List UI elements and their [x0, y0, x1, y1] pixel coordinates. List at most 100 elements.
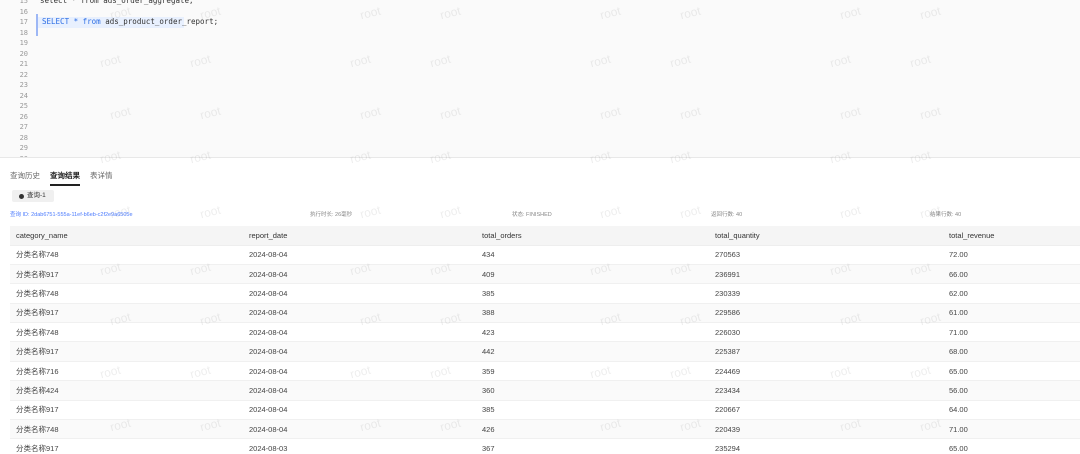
table-cell: 分类名称917: [10, 303, 243, 324]
table-row[interactable]: 分类名称917 2024-08-04 442 225387 68.00: [10, 341, 1080, 362]
table-cell: 2024-08-04: [243, 322, 476, 343]
table-cell: 360: [476, 380, 709, 401]
code-line[interactable]: [36, 28, 1080, 39]
code-line[interactable]: [36, 112, 1080, 123]
table-cell: 64.00: [943, 400, 1080, 421]
line-number: 30: [0, 154, 32, 158]
result-rows: 结果行数: 40: [930, 212, 962, 218]
code-line[interactable]: [36, 91, 1080, 102]
table-row[interactable]: 分类名称917 2024-08-03 367 235294 65.00: [10, 438, 1080, 454]
query-status-icon: [19, 193, 24, 199]
table-cell: 270563: [709, 245, 943, 265]
table-row[interactable]: 分类名称917 2024-08-04 388 229586 61.00: [10, 303, 1080, 324]
table-cell: 61.00: [943, 303, 1080, 324]
table-cell: 分类名称748: [10, 245, 243, 265]
table-row[interactable]: 分类名称748 2024-08-04 423 226030 71.00: [10, 322, 1080, 343]
active-line-marker: [36, 14, 38, 36]
table-cell: 分类名称748: [10, 419, 243, 440]
table-cell: 385: [476, 283, 709, 304]
code-line[interactable]: [36, 59, 1080, 70]
table-cell: 68.00: [943, 341, 1080, 362]
table-cell: 385: [476, 400, 709, 421]
code-line[interactable]: [36, 70, 1080, 81]
column-header[interactable]: total_quantity: [709, 226, 943, 246]
table-cell: 2024-08-04: [243, 245, 476, 265]
line-number: 24: [19, 91, 28, 100]
query-tab-chip[interactable]: 查询-1: [12, 190, 54, 202]
table-cell: 2024-08-04: [243, 341, 476, 362]
code-line[interactable]: SELECT * from ads_product_order_report;: [36, 17, 218, 28]
table-cell: 56.00: [943, 380, 1080, 401]
line-number: 19: [19, 39, 28, 47]
line-number: 22: [19, 70, 28, 79]
table-cell: 72.00: [943, 245, 1080, 265]
table-cell: 2024-08-04: [243, 264, 476, 285]
code-line[interactable]: [36, 122, 1080, 133]
table-cell: 409: [476, 264, 709, 285]
table-cell: 223434: [709, 380, 943, 401]
code-area[interactable]: select * from ads_order_aggregate; SELECT…: [36, 0, 1080, 158]
code-line[interactable]: [36, 154, 1080, 158]
line-number: 27: [19, 123, 28, 131]
execution-duration: 执行时长: 26毫秒: [310, 212, 353, 218]
table-row[interactable]: 分类名称748 2024-08-04 434 270563 72.00: [10, 245, 1080, 265]
line-number: 28: [19, 133, 28, 142]
sql-editor[interactable]: 15161718192021222324252627282930 select …: [0, 0, 1080, 158]
table-cell: 分类名称917: [10, 341, 243, 362]
table-row[interactable]: 分类名称716 2024-08-04 359 224469 65.00: [10, 361, 1080, 382]
table-cell: 367: [476, 438, 709, 454]
table-cell: 2024-08-04: [243, 400, 476, 421]
code-line[interactable]: [36, 7, 1080, 18]
column-header[interactable]: total_revenue: [943, 226, 1080, 246]
line-number: 26: [19, 112, 28, 121]
table-cell: 236991: [709, 264, 943, 285]
column-header[interactable]: total_orders: [476, 226, 709, 246]
table-cell: 423: [476, 322, 709, 343]
line-number: 18: [19, 28, 28, 37]
table-cell: 229586: [709, 303, 943, 324]
table-cell: 220439: [709, 419, 943, 440]
table-row[interactable]: 分类名称424 2024-08-04 360 223434 56.00: [10, 380, 1080, 401]
table-cell: 分类名称748: [10, 283, 243, 304]
column-header[interactable]: category_name: [10, 226, 243, 246]
query-chip-label: 查询-1: [27, 192, 46, 199]
table-row[interactable]: 分类名称917 2024-08-04 409 236991 66.00: [10, 264, 1080, 285]
tab-query-history[interactable]: 查询历史: [10, 170, 40, 186]
table-cell: 分类名称424: [10, 380, 243, 401]
table-cell: 65.00: [943, 361, 1080, 382]
table-row[interactable]: 分类名称748 2024-08-04 426 220439 71.00: [10, 419, 1080, 440]
column-header[interactable]: report_date: [243, 226, 476, 246]
line-number-gutter: 15161718192021222324252627282930: [0, 0, 32, 158]
table-row[interactable]: 分类名称748 2024-08-04 385 230339 62.00: [10, 283, 1080, 304]
table-cell: 65.00: [943, 438, 1080, 454]
table-cell: 426: [476, 419, 709, 440]
table-cell: 2024-08-04: [243, 303, 476, 324]
code-line[interactable]: [36, 143, 1080, 154]
query-id[interactable]: 查询 ID: 2dab6751-555a-11ef-b6eb-c2f2e9a65…: [10, 210, 133, 218]
table-cell: 224469: [709, 361, 943, 382]
code-line[interactable]: [36, 101, 1080, 112]
line-number: 29: [19, 144, 28, 152]
line-number: 21: [19, 60, 28, 68]
code-line[interactable]: [36, 49, 1080, 60]
table-cell: 230339: [709, 283, 943, 304]
table-header-row: category_name report_date total_orders tota…: [10, 226, 1080, 246]
table-cell: 分类名称748: [10, 322, 243, 343]
query-status: 状态: FINISHED: [512, 212, 552, 218]
table-cell: 235294: [709, 438, 943, 454]
code-line[interactable]: [36, 80, 1080, 91]
code-line[interactable]: [36, 38, 1080, 49]
line-number: 25: [19, 102, 28, 110]
query-meta-bar: 查询 ID: 2dab6751-555a-11ef-b6eb-c2f2e9a65…: [0, 210, 1080, 220]
line-number: 17: [19, 18, 28, 26]
tab-query-results[interactable]: 查询结果: [50, 170, 80, 186]
tab-table-details[interactable]: 表详情: [90, 170, 113, 186]
table-cell: 分类名称716: [10, 361, 243, 382]
table-cell: 2024-08-03: [243, 438, 476, 454]
code-line[interactable]: [36, 133, 1080, 144]
table-cell: 71.00: [943, 419, 1080, 440]
table-row[interactable]: 分类名称917 2024-08-04 385 220667 64.00: [10, 400, 1080, 421]
table-cell: 225387: [709, 341, 943, 362]
table-cell: 2024-08-04: [243, 361, 476, 382]
table-cell: 2024-08-04: [243, 419, 476, 440]
